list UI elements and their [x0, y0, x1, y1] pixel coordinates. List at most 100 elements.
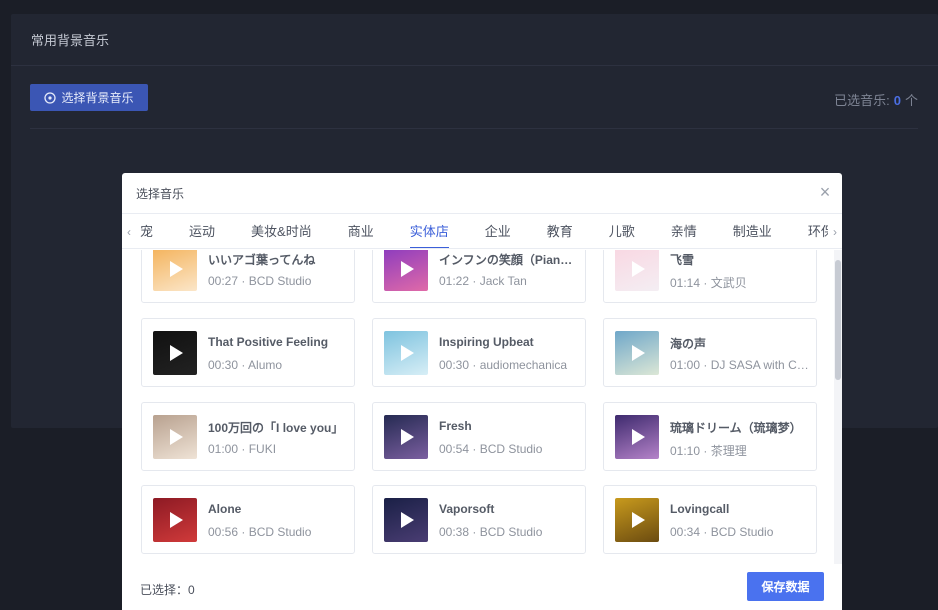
- tab-1[interactable]: 运动: [171, 214, 233, 248]
- music-card[interactable]: Fresh 00:54 · BCD Studio: [372, 402, 586, 471]
- meta-separator: ·: [238, 358, 249, 372]
- select-music-button[interactable]: 选择背景音乐: [30, 84, 148, 111]
- tab-2[interactable]: 美妆&时尚: [233, 214, 330, 248]
- music-card[interactable]: Vaporsoft 00:38 · BCD Studio: [372, 485, 586, 554]
- scrollbar-thumb[interactable]: [835, 260, 841, 380]
- music-disc-icon: [44, 91, 57, 104]
- music-card[interactable]: That Positive Feeling 00:30 · Alumo: [141, 318, 355, 387]
- play-icon[interactable]: [170, 429, 183, 445]
- music-title: Alone: [208, 502, 242, 516]
- music-cover[interactable]: [384, 498, 428, 542]
- music-artist: BCD Studio: [479, 442, 543, 456]
- music-meta: 00:56 · BCD Studio: [208, 525, 348, 539]
- music-meta: 01:00 · DJ SASA with Cafe: [670, 358, 810, 372]
- music-duration: 00:54: [439, 442, 470, 456]
- meta-separator: ·: [469, 358, 480, 372]
- music-cover[interactable]: [153, 415, 197, 459]
- music-card[interactable]: いいアゴ葉ってんね 00:27 · BCD Studio: [141, 250, 355, 303]
- play-icon[interactable]: [170, 345, 183, 361]
- save-button[interactable]: 保存数据: [747, 572, 824, 601]
- music-artist: audiomechanica: [479, 358, 568, 372]
- music-card[interactable]: 琉璃ドリーム（琉璃梦） 01:10 · 茶理理: [603, 402, 817, 471]
- chevron-left-icon[interactable]: ‹: [122, 214, 136, 248]
- meta-separator: ·: [469, 525, 480, 539]
- music-title: 飞雪: [670, 253, 695, 267]
- music-artist: BCD Studio: [248, 525, 312, 539]
- music-card[interactable]: 100万回の「I love you」 01:00 · FUKI: [141, 402, 355, 471]
- music-card[interactable]: Lovingcall 00:34 · BCD Studio: [603, 485, 817, 554]
- meta-separator: ·: [469, 274, 480, 288]
- music-meta: 00:30 · audiomechanica: [439, 358, 579, 372]
- music-title: Inspiring Upbeat: [439, 335, 534, 349]
- meta-separator: ·: [700, 358, 711, 372]
- selected-music-value: 0: [893, 93, 901, 108]
- music-artist: BCD Studio: [710, 525, 774, 539]
- tab-0[interactable]: 宠: [140, 214, 171, 248]
- tab-3[interactable]: 商业: [330, 214, 392, 248]
- play-icon[interactable]: [401, 345, 414, 361]
- music-duration: 00:56: [208, 525, 239, 539]
- music-cover[interactable]: [153, 498, 197, 542]
- music-duration: 01:00: [670, 358, 701, 372]
- music-list[interactable]: いいアゴ葉ってんね 00:27 · BCD Studio インフンの笑顔（Piano…: [122, 250, 842, 564]
- music-card[interactable]: 飞雪 01:14 · 文武贝: [603, 250, 817, 303]
- selected-music-label: 已选音乐:: [834, 93, 890, 108]
- music-card[interactable]: 海の声 01:00 · DJ SASA with Cafe: [603, 318, 817, 387]
- music-duration: 00:30: [208, 358, 239, 372]
- music-title: 琉璃ドリーム（琉璃梦）: [670, 421, 802, 435]
- music-title: インフンの笑顔（Piano）: [439, 253, 579, 267]
- footer-selected-count: 已选择：0: [140, 583, 195, 597]
- category-tabs: ‹ 宠运动 美妆&时尚 商业 实体店 企业 教育 儿歌 亲情 制造业 环保 ›: [122, 213, 842, 249]
- music-card[interactable]: Alone 00:56 · BCD Studio: [141, 485, 355, 554]
- music-cover[interactable]: [153, 331, 197, 375]
- music-cover[interactable]: [384, 250, 428, 291]
- music-artist: 文武贝: [710, 276, 747, 290]
- music-meta: 00:30 · Alumo: [208, 358, 348, 372]
- music-cover[interactable]: [384, 331, 428, 375]
- music-artist: Alumo: [248, 358, 283, 372]
- music-card[interactable]: インフンの笑顔（Piano） 01:22 · Jack Tan: [372, 250, 586, 303]
- music-toolbar: 选择背景音乐 已选音乐: 0 个: [30, 84, 918, 129]
- music-duration: 01:22: [439, 274, 470, 288]
- tab-4[interactable]: 实体店: [392, 214, 467, 248]
- tab-list: 宠运动 美妆&时尚 商业 实体店 企业 教育 儿歌 亲情 制造业 环保: [140, 214, 842, 248]
- music-title: Vaporsoft: [439, 502, 495, 516]
- music-cover[interactable]: [615, 498, 659, 542]
- play-icon[interactable]: [401, 261, 414, 277]
- music-duration: 00:30: [439, 358, 470, 372]
- play-icon[interactable]: [401, 512, 414, 528]
- music-cover[interactable]: [384, 415, 428, 459]
- tab-6[interactable]: 教育: [529, 214, 591, 248]
- play-icon[interactable]: [632, 345, 645, 361]
- music-cover[interactable]: [153, 250, 197, 291]
- music-duration: 01:14: [670, 276, 701, 290]
- play-icon[interactable]: [401, 429, 414, 445]
- select-music-modal: 选择音乐 × ‹ 宠运动 美妆&时尚 商业 实体店 企业 教育 儿歌 亲情 制造业 环保 › いい…: [122, 173, 842, 610]
- selected-music-unit: 个: [904, 93, 918, 108]
- play-icon[interactable]: [170, 512, 183, 528]
- music-title: 100万回の「I love you」: [208, 421, 344, 435]
- play-icon[interactable]: [170, 261, 183, 277]
- tab-5[interactable]: 企业: [467, 214, 529, 248]
- play-icon[interactable]: [632, 429, 645, 445]
- music-artist: 茶理理: [710, 444, 747, 458]
- music-duration: 00:38: [439, 525, 470, 539]
- music-title: Fresh: [439, 419, 472, 433]
- tab-7[interactable]: 儿歌: [591, 214, 653, 248]
- chevron-right-icon[interactable]: ›: [828, 214, 842, 248]
- music-cover[interactable]: [615, 250, 659, 291]
- play-icon[interactable]: [632, 512, 645, 528]
- tab-9[interactable]: 制造业: [715, 214, 790, 248]
- music-card[interactable]: Inspiring Upbeat 00:30 · audiomechanica: [372, 318, 586, 387]
- music-title: That Positive Feeling: [208, 335, 329, 349]
- music-duration: 00:27: [208, 274, 239, 288]
- play-icon[interactable]: [632, 261, 645, 277]
- music-cover[interactable]: [615, 415, 659, 459]
- close-icon[interactable]: ×: [818, 183, 832, 201]
- selected-music-count: 已选音乐: 0 个: [834, 90, 918, 109]
- music-title: いいアゴ葉ってんね: [208, 253, 316, 267]
- music-cover[interactable]: [615, 331, 659, 375]
- music-duration: 01:00: [208, 442, 239, 456]
- scrollbar[interactable]: [834, 250, 842, 564]
- tab-8[interactable]: 亲情: [653, 214, 715, 248]
